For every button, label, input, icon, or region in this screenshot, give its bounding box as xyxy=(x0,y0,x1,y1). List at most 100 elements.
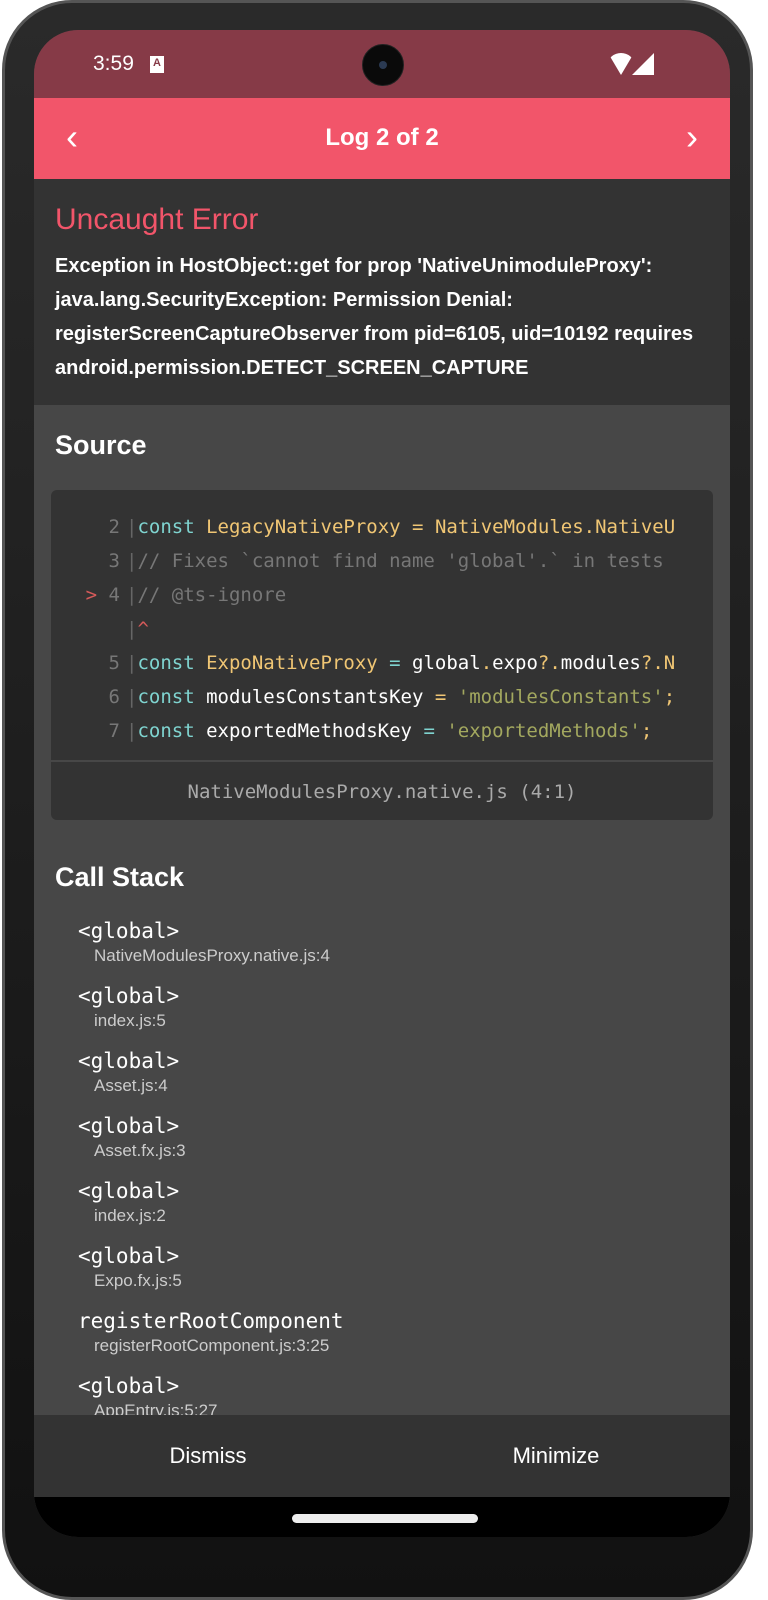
signal-icon xyxy=(632,53,654,75)
gutter-bar: | xyxy=(126,720,138,742)
code-token: 'exportedMethods' xyxy=(446,720,641,742)
code-token: ; xyxy=(640,720,653,742)
screen: 3:59 A ‹ Log 2 of 2 › Uncaught Error Exc… xyxy=(34,30,730,1537)
code-lines: 2 |const LegacyNativeProxy = NativeModule… xyxy=(51,490,713,748)
stack-frame[interactable]: <global> Asset.fx.js:3 xyxy=(78,1111,344,1176)
stack-frame-function: registerRootComponent xyxy=(78,1309,344,1333)
call-stack-title: Call Stack xyxy=(55,862,185,892)
code-token: const xyxy=(137,720,195,742)
code-token: modulesConstantsKey xyxy=(194,686,435,708)
chevron-right-icon[interactable]: › xyxy=(686,116,698,158)
gutter-bar: | xyxy=(126,618,138,640)
code-line: 5 |const ExpoNativeProxy = global.expo?.m… xyxy=(51,646,713,680)
stack-frame-file: registerRootComponent.js:3:25 xyxy=(94,1336,330,1355)
line-number: 7 xyxy=(51,714,126,748)
stack-frame-function: <global> xyxy=(78,1114,180,1138)
code-token: const xyxy=(137,686,195,708)
error-title: Uncaught Error xyxy=(55,203,259,236)
line-number: 5 xyxy=(51,646,126,680)
code-token: = xyxy=(412,516,424,538)
stack-frame-function: <global> xyxy=(78,1179,180,1203)
stack-frame-file: Expo.fx.js:5 xyxy=(94,1271,182,1290)
stack-frame-function: <global> xyxy=(78,919,180,943)
line-number: 6 xyxy=(51,680,126,714)
line-number-text: 2 xyxy=(108,516,120,538)
code-token: const xyxy=(137,516,195,538)
code-token: global xyxy=(400,652,481,674)
code-token: 'modulesConstants' xyxy=(457,686,664,708)
code-token: modules xyxy=(560,652,641,674)
error-line-marker: > xyxy=(85,584,98,606)
code-token: // Fixes `cannot find name 'global'.` in… xyxy=(137,550,664,572)
error-section: Uncaught Error Exception in HostObject::… xyxy=(34,179,730,405)
footer: Dismiss Minimize xyxy=(34,1415,730,1497)
line-number: 3 xyxy=(51,544,126,578)
code-token: ?. xyxy=(537,652,561,674)
source-location[interactable]: NativeModulesProxy.native.js (4:1) xyxy=(51,760,713,820)
stack-frame-file: Asset.fx.js:3 xyxy=(94,1141,186,1160)
stack-frame-function: <global> xyxy=(78,1374,180,1398)
stack-frame-function: <global> xyxy=(78,1244,180,1268)
page-title: Log 2 of 2 xyxy=(325,124,439,151)
stack-frame[interactable]: <global> NativeModulesProxy.native.js:4 xyxy=(78,916,344,981)
source-code-box[interactable]: 2 |const LegacyNativeProxy = NativeModule… xyxy=(51,490,713,820)
line-number xyxy=(51,612,126,646)
code-line: 7 |const exportedMethodsKey = 'exportedMe… xyxy=(51,714,713,748)
stack-frame[interactable]: <global> Asset.js:4 xyxy=(78,1046,344,1111)
code-line: > 4 |// @ts-ignore xyxy=(51,578,713,612)
wifi-icon xyxy=(608,53,634,75)
stack-frame-function: <global> xyxy=(78,984,180,1008)
line-number-text: 4 xyxy=(108,584,120,606)
stack-frame[interactable]: registerRootComponent registerRootCompone… xyxy=(78,1306,344,1371)
code-token: LegacyNativeProxy xyxy=(206,516,401,538)
gutter-bar: | xyxy=(126,550,138,572)
code-token: = xyxy=(423,720,435,742)
stack-frame[interactable]: <global> index.js:5 xyxy=(78,981,344,1046)
dismiss-button[interactable]: Dismiss xyxy=(34,1415,382,1497)
code-line: 3 |// Fixes `cannot find name 'global'.` … xyxy=(51,544,713,578)
code-token: exportedMethodsKey xyxy=(194,720,424,742)
call-stack-list: <global> NativeModulesProxy.native.js:4 <g… xyxy=(78,916,344,1436)
stack-frame[interactable]: <global> Expo.fx.js:5 xyxy=(78,1241,344,1306)
stack-frame[interactable]: <global> index.js:2 xyxy=(78,1176,344,1241)
status-time: 3:59 xyxy=(93,52,134,75)
gutter-bar: | xyxy=(126,652,138,674)
stack-frame-function: <global> xyxy=(78,1049,180,1073)
code-token: = xyxy=(434,686,447,708)
a-icon: A xyxy=(150,56,164,73)
gutter-bar: | xyxy=(126,584,138,606)
minimize-button[interactable]: Minimize xyxy=(382,1415,730,1497)
camera-cutout xyxy=(362,44,404,86)
error-message: Exception in HostObject::get for prop 'N… xyxy=(55,255,694,379)
code-line: 2 |const LegacyNativeProxy = NativeModule… xyxy=(51,510,713,544)
code-token: const xyxy=(137,652,195,674)
stack-frame-file: Asset.js:4 xyxy=(94,1076,168,1095)
line-number-text: 3 xyxy=(108,550,120,572)
line-number: 2 xyxy=(51,510,126,544)
line-number-text: 6 xyxy=(108,686,120,708)
gutter-bar: | xyxy=(126,686,138,708)
code-line: |^ xyxy=(51,612,713,646)
code-token: ExpoNativeProxy xyxy=(206,652,378,674)
code-token: ^ xyxy=(137,618,149,640)
code-line: 6 |const modulesConstantsKey = 'modulesCo… xyxy=(51,680,713,714)
line-number: > 4 xyxy=(51,578,126,612)
code-token: = xyxy=(389,652,401,674)
home-indicator[interactable] xyxy=(292,1514,478,1523)
source-title: Source xyxy=(55,430,147,460)
code-token: . xyxy=(480,652,493,674)
status-bar: 3:59 A xyxy=(34,30,730,98)
navigation-bar xyxy=(34,1497,730,1537)
stack-frame-file: index.js:5 xyxy=(94,1011,166,1030)
log-header: ‹ Log 2 of 2 › xyxy=(34,98,730,179)
code-token: expo xyxy=(492,652,538,674)
stack-frame-file: index.js:2 xyxy=(94,1206,166,1225)
stack-frame-file: NativeModulesProxy.native.js:4 xyxy=(94,946,330,965)
